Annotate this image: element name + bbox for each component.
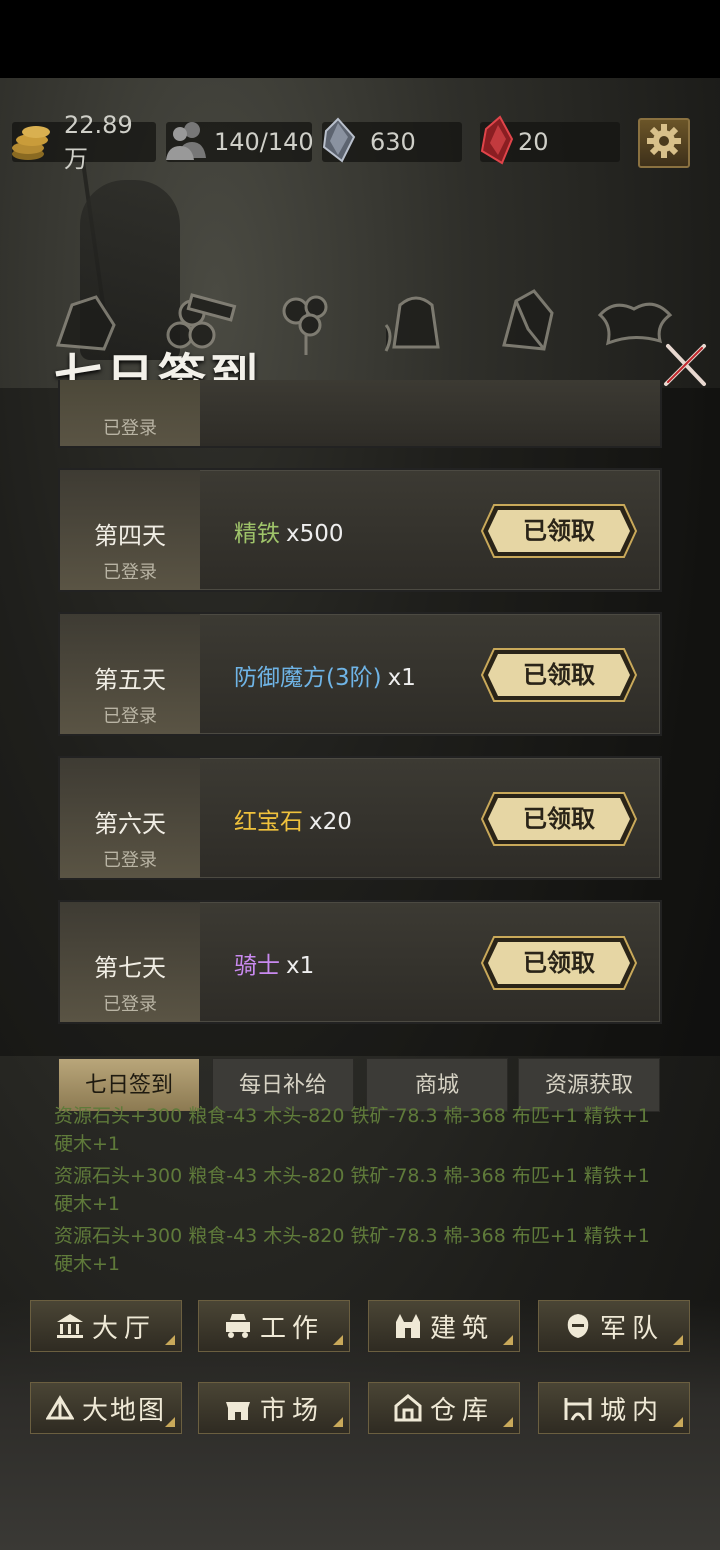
day-status: 已登录 [103, 562, 157, 583]
gold-resource[interactable]: 22.89万 [8, 111, 156, 173]
warehouse-icon [394, 1394, 422, 1422]
population-icon [162, 118, 212, 166]
population-value: 140/140 [214, 128, 314, 156]
close-button[interactable] [660, 342, 710, 388]
nav-building-button[interactable]: 建筑 [368, 1300, 520, 1352]
log-entry: 资源石头+300 粮食-43 木头-820 铁矿-78.3 棉-368 布匹+1… [54, 1165, 650, 1215]
city-icon [564, 1394, 592, 1422]
grain-icon[interactable] [380, 285, 452, 357]
status-bar-area [0, 0, 720, 78]
reward-text: 骑士 x1 [234, 946, 314, 980]
day-card: 第六天 已登录 红宝石 x20 已领取 [58, 756, 662, 880]
reward-text: 防御魔方(3阶) x1 [234, 658, 416, 692]
day-card-left: 第六天 已登录 [60, 758, 200, 878]
reward-quantity: x20 [309, 809, 352, 835]
hall-icon [56, 1312, 84, 1340]
game-screen: 22.89万 140/140 630 20 七日签到 已登录 第四天 已登录 精… [0, 0, 720, 1550]
nav-work-button[interactable]: 工作 [198, 1300, 350, 1352]
nav-building-label: 建筑 [429, 1313, 494, 1344]
reward-text: 红宝石 x20 [234, 802, 352, 836]
iron-ore-icon[interactable] [494, 285, 566, 357]
close-icon [660, 344, 710, 392]
leather-icon[interactable] [594, 285, 673, 357]
day-status: 已登录 [103, 706, 157, 727]
day-status: 已登录 [103, 418, 157, 439]
day-status: 已登录 [103, 850, 157, 871]
day-name: 第四天 [94, 522, 166, 550]
reward-quantity: x1 [387, 665, 416, 691]
reward-item: 红宝石 [234, 809, 303, 835]
reward-item: 骑士 [234, 953, 280, 979]
day-card-third-partial: 已登录 [58, 380, 662, 448]
day-card-left: 第七天 已登录 [60, 902, 200, 1022]
crystal-resource[interactable]: 630 [318, 117, 462, 163]
nav-world-map-button[interactable]: 大地图 [30, 1382, 182, 1434]
army-icon [564, 1312, 592, 1340]
day-card: 第四天 已登录 精铁 x500 已领取 [58, 468, 662, 592]
gear-icon [646, 123, 682, 163]
day-card-left: 第四天 已登录 [60, 470, 200, 590]
nav-city-label: 城内 [599, 1395, 664, 1426]
day-status: 已登录 [103, 994, 157, 1015]
reward-item: 精铁 [234, 521, 280, 547]
claimed-button[interactable]: 已领取 [480, 503, 638, 559]
market-icon [224, 1394, 252, 1422]
work-icon [224, 1312, 252, 1340]
reward-quantity: x1 [286, 953, 315, 979]
claimed-button[interactable]: 已领取 [480, 935, 638, 991]
event-log: 资源石头+300 粮食-43 木头-820 铁矿-78.3 棉-368 布匹+1… [54, 1102, 674, 1282]
reward-text: 精铁 x500 [234, 514, 344, 548]
cotton-icon[interactable] [270, 285, 342, 357]
claimed-button[interactable]: 已领取 [480, 791, 638, 847]
day-card: 第七天 已登录 骑士 x1 已领取 [58, 900, 662, 1024]
nav-army-button[interactable]: 军队 [538, 1300, 690, 1352]
claimed-button-label: 已领取 [523, 517, 595, 545]
nav-hall-button[interactable]: 大厅 [30, 1300, 182, 1352]
nav-hall-label: 大厅 [91, 1313, 156, 1344]
claimed-button-label: 已领取 [523, 661, 595, 689]
nav-world-map-label: 大地图 [81, 1395, 166, 1426]
day-card-left: 第五天 已登录 [60, 614, 200, 734]
ruby-resource[interactable]: 20 [476, 115, 620, 165]
nav-market-button[interactable]: 市场 [198, 1382, 350, 1434]
day-name: 第五天 [94, 666, 166, 694]
gold-value: 22.89万 [64, 110, 133, 173]
settings-button[interactable] [638, 118, 690, 168]
day-name: 第七天 [94, 954, 166, 982]
log-entry: 资源石头+300 粮食-43 木头-820 铁矿-78.3 棉-368 布匹+1… [54, 1225, 650, 1275]
nav-city-button[interactable]: 城内 [538, 1382, 690, 1434]
population-resource[interactable]: 140/140 [162, 122, 314, 162]
map-icon [45, 1394, 75, 1422]
gold-coins-icon [8, 118, 58, 166]
nav-warehouse-button[interactable]: 仓库 [368, 1382, 520, 1434]
reward-item: 防御魔方(3阶) [234, 665, 382, 691]
reward-quantity: x500 [286, 521, 344, 547]
building-icon [394, 1312, 422, 1340]
day-card: 第五天 已登录 防御魔方(3阶) x1 已领取 [58, 612, 662, 736]
nav-army-label: 军队 [599, 1313, 664, 1344]
ruby-icon [476, 115, 516, 169]
nav-work-label: 工作 [259, 1313, 324, 1344]
claimed-button-label: 已领取 [523, 949, 595, 977]
log-entry: 资源石头+300 粮食-43 木头-820 铁矿-78.3 棉-368 布匹+1… [54, 1105, 650, 1155]
crystal-icon [318, 117, 358, 167]
nav-market-label: 市场 [259, 1395, 324, 1426]
ruby-value: 20 [518, 128, 549, 156]
nav-warehouse-label: 仓库 [429, 1395, 494, 1426]
day-name: 第六天 [94, 810, 166, 838]
day-card-left: 已登录 [60, 380, 200, 446]
claimed-button[interactable]: 已领取 [480, 647, 638, 703]
crystal-value: 630 [370, 128, 416, 156]
claimed-button-label: 已领取 [523, 805, 595, 833]
